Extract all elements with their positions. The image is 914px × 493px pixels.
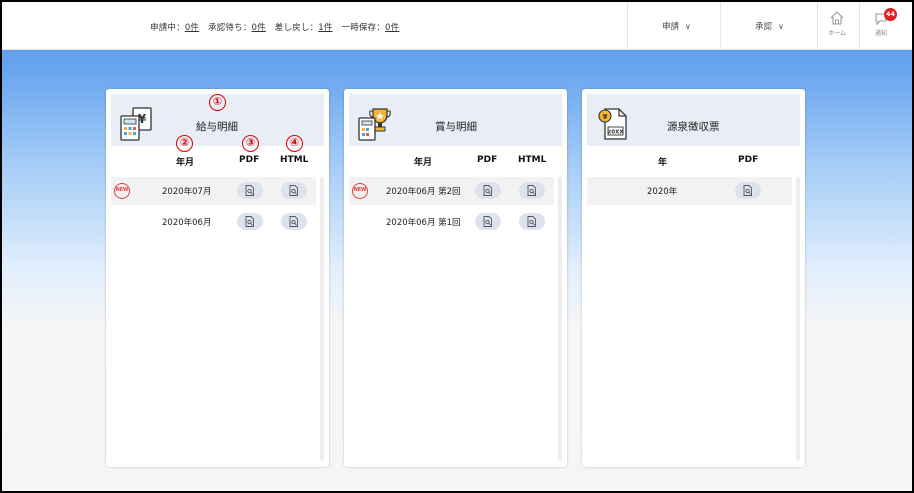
notification-count-badge: 44	[884, 8, 897, 21]
status-count-draft[interactable]: 0件	[385, 23, 399, 33]
table-row: NEW 2020年07月	[111, 177, 316, 205]
chevron-down-icon: ∨	[685, 22, 691, 31]
document-search-icon	[527, 216, 536, 227]
document-search-icon	[483, 216, 492, 227]
top-header: 申請中：0件 承認待ち：0件 差し戻し：1件 一時保存：0件 申請 ∨ 承認 ∨ ホ…	[2, 2, 912, 50]
status-label-draft: 一時保存：	[341, 23, 386, 33]
notification-button[interactable]: 44 通知	[861, 8, 901, 44]
html-view-button[interactable]	[281, 213, 307, 230]
document-search-icon	[245, 185, 254, 196]
approve-menu-label: 承認	[755, 22, 773, 32]
document-search-icon	[289, 185, 298, 196]
table-row: 2020年06月	[111, 208, 316, 236]
column-header-year: 年	[658, 158, 668, 168]
approve-menu[interactable]: 承認 ∨	[755, 20, 784, 32]
column-header-html: HTML	[518, 155, 547, 165]
pdf-download-button[interactable]	[237, 213, 263, 230]
column-header-pdf: PDF	[477, 155, 498, 165]
svg-text:20XX: 20XX	[607, 130, 624, 136]
chevron-down-icon: ∨	[778, 22, 784, 31]
header-divider	[627, 2, 628, 49]
withholding-document-icon: ¥ 20XX	[598, 108, 627, 140]
payslip-card: ¥ 給与明細 年月 PDF HTML NEW 2020年07月 2020年06月	[106, 89, 329, 467]
pdf-download-button[interactable]	[237, 182, 263, 199]
document-search-icon	[245, 216, 254, 227]
bonus-card: 賞与明細 年月 PDF HTML NEW 2020年06月 第2回 2020年0…	[344, 89, 567, 467]
html-view-button[interactable]	[519, 182, 545, 199]
row-label: 2020年07月	[162, 187, 212, 197]
card-title: 賞与明細	[435, 121, 477, 133]
column-header-yearmonth: 年月	[414, 158, 433, 168]
application-status-bar: 申請中：0件 承認待ち：0件 差し戻し：1件 一時保存：0件	[150, 21, 399, 33]
column-header-pdf: PDF	[738, 155, 759, 165]
status-count-returned[interactable]: 1件	[318, 23, 332, 33]
status-label-awaiting-approval: 承認待ち：	[208, 23, 252, 33]
scrollbar[interactable]	[320, 177, 324, 461]
document-search-icon	[527, 185, 536, 196]
status-label-returned: 差し戻し：	[274, 23, 319, 33]
scrollbar[interactable]	[558, 177, 562, 461]
bonus-card-header: 賞与明細	[349, 94, 562, 146]
pdf-download-button[interactable]	[475, 182, 501, 199]
row-label: 2020年06月	[162, 218, 212, 228]
row-label: 2020年06月 第1回	[386, 218, 461, 228]
annotation-marker-2: ②	[176, 135, 193, 152]
table-row: NEW 2020年06月 第2回	[349, 177, 554, 205]
pdf-download-button[interactable]	[475, 213, 501, 230]
header-divider	[859, 2, 860, 49]
svg-text:¥: ¥	[603, 113, 608, 121]
apply-menu[interactable]: 申請 ∨	[662, 20, 691, 32]
new-badge: NEW	[352, 183, 368, 199]
row-label: 2020年	[647, 187, 678, 197]
app-frame: 申請中：0件 承認待ち：0件 差し戻し：1件 一時保存：0件 申請 ∨ 承認 ∨ ホ…	[2, 2, 912, 491]
annotation-marker-4: ④	[286, 135, 303, 152]
status-count-awaiting-approval[interactable]: 0件	[252, 23, 266, 33]
apply-menu-label: 申請	[662, 22, 680, 32]
card-title: 源泉徴収票	[667, 121, 720, 133]
scrollbar[interactable]	[796, 177, 800, 461]
withholding-card: ¥ 20XX 源泉徴収票 年 PDF 2020年	[582, 89, 805, 467]
status-label-applying: 申請中：	[150, 23, 185, 33]
document-search-icon	[483, 185, 492, 196]
table-row: 2020年06月 第1回	[349, 208, 554, 236]
bonus-trophy-icon	[358, 108, 391, 141]
html-view-button[interactable]	[281, 182, 307, 199]
document-search-icon	[289, 216, 298, 227]
column-header-html: HTML	[280, 155, 309, 165]
table-row: 2020年	[587, 177, 792, 205]
withholding-card-header: ¥ 20XX 源泉徴収票	[587, 94, 800, 146]
html-view-button[interactable]	[519, 213, 545, 230]
document-search-icon	[743, 185, 752, 196]
column-header-pdf: PDF	[239, 155, 260, 165]
home-icon	[830, 11, 844, 25]
annotation-marker-1: ①	[209, 94, 226, 111]
notification-label: 通知	[874, 30, 887, 37]
column-header-yearmonth: 年月	[176, 158, 195, 168]
row-label: 2020年06月 第2回	[386, 187, 461, 197]
annotation-marker-3: ③	[242, 135, 259, 152]
pdf-download-button[interactable]	[735, 182, 761, 199]
card-title: 給与明細	[196, 121, 238, 133]
payslip-calculator-icon: ¥	[120, 107, 152, 141]
status-count-applying[interactable]: 0件	[185, 23, 199, 33]
header-divider	[720, 2, 721, 49]
new-badge: NEW	[114, 183, 130, 199]
home-label: ホーム	[828, 30, 846, 37]
home-button[interactable]: ホーム	[817, 10, 857, 44]
